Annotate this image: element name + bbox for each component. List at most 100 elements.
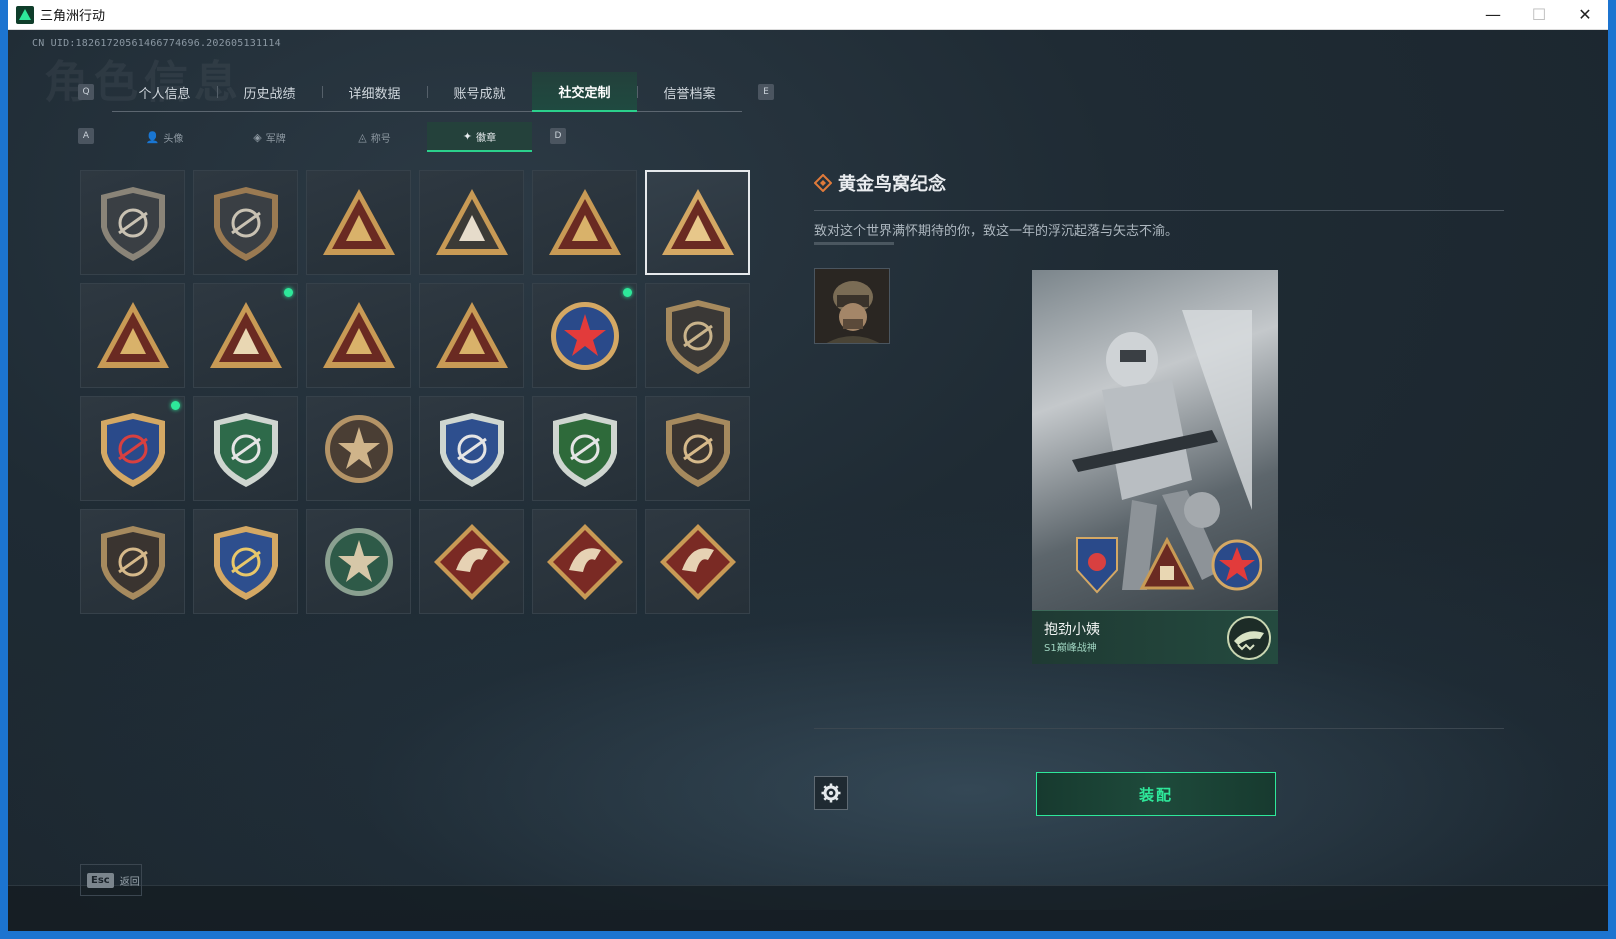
shield-badge-icon	[100, 525, 165, 600]
badge-slot[interactable]	[80, 283, 185, 388]
subtab-1[interactable]: ◈ 军牌	[217, 122, 322, 152]
badge-slot[interactable]	[193, 509, 298, 614]
person-icon: 👤	[145, 130, 160, 144]
player-card-preview: 抱劲小姨 S1巅峰战神	[1032, 270, 1278, 664]
tab-2[interactable]: 详细数据	[322, 72, 427, 112]
game-screen: 角色信息 CN UID:18261720561466774696.2026051…	[8, 30, 1608, 931]
round-badge-icon	[324, 414, 393, 483]
badge-slot[interactable]	[532, 396, 637, 501]
desktop-background-bottom	[0, 931, 1616, 939]
tab-1[interactable]: 历史战绩	[217, 72, 322, 112]
subtab-label: 头像	[163, 133, 184, 145]
tab-0[interactable]: 个人信息	[112, 72, 217, 112]
new-indicator-dot	[284, 288, 293, 297]
main-tabs: 个人信息 历史战绩 详细数据 账号成就 社交定制 信誉档案	[112, 72, 742, 112]
triangle-badge-icon	[322, 301, 395, 368]
bottom-bar	[8, 885, 1608, 931]
triangle-badge-icon	[548, 188, 621, 255]
equipped-badges-icon	[1076, 536, 1262, 594]
triangle-badge-icon	[322, 188, 395, 255]
shield-badge-icon	[439, 412, 504, 487]
badge-icon: ✦	[462, 129, 473, 143]
triangle-badge-icon	[435, 188, 508, 255]
badge-slot[interactable]	[419, 283, 524, 388]
equip-button[interactable]: 装配	[1036, 772, 1276, 816]
window-title: 三角洲行动	[40, 9, 106, 24]
badge-slot[interactable]	[306, 509, 411, 614]
next-subtab-key-hint[interactable]: D	[550, 128, 566, 144]
prev-subtab-key-hint[interactable]: A	[78, 128, 94, 144]
diamond-badge-icon	[546, 523, 623, 600]
maximize-button[interactable]: ☐	[1516, 0, 1562, 30]
shield-badge-icon	[213, 186, 278, 261]
badge-slot[interactable]	[80, 170, 185, 275]
desktop-background-right	[1608, 0, 1616, 939]
player-rank: S1巅峰战神	[1044, 643, 1097, 654]
next-tab-key-hint[interactable]: E	[758, 84, 774, 100]
badge-slot[interactable]	[80, 396, 185, 501]
badge-slot[interactable]	[419, 509, 524, 614]
round-badge-icon	[550, 301, 619, 370]
badge-slot[interactable]	[532, 283, 637, 388]
close-button[interactable]: ✕	[1562, 0, 1608, 30]
subtab-2[interactable]: ◬ 称号	[322, 122, 427, 152]
tag-icon: ◈	[253, 130, 262, 144]
player-avatar	[814, 268, 890, 344]
esc-key-label: Esc	[87, 872, 114, 888]
shield-badge-icon	[213, 412, 278, 487]
shield-badge-icon	[100, 186, 165, 261]
desktop-background-left	[0, 0, 8, 939]
subtab-label: 徽章	[476, 132, 497, 144]
tab-4[interactable]: 社交定制	[532, 72, 637, 112]
tab-5[interactable]: 信誉档案	[637, 72, 742, 112]
minimize-button[interactable]: —	[1470, 0, 1516, 30]
triangle-badge-icon	[435, 301, 508, 368]
triangle-badge-icon	[209, 301, 282, 368]
back-button[interactable]: Esc 返回	[80, 864, 142, 896]
badge-slot[interactable]	[193, 283, 298, 388]
card-footer: 抱劲小姨 S1巅峰战神	[1032, 610, 1278, 664]
badge-slot[interactable]	[419, 170, 524, 275]
title-bar: 三角洲行动 — ☐ ✕	[8, 0, 1608, 30]
soldier-avatar-icon	[815, 269, 889, 343]
badge-slot[interactable]	[306, 396, 411, 501]
prev-tab-key-hint[interactable]: Q	[78, 84, 94, 100]
back-label: 返回	[119, 876, 140, 888]
shield-badge-icon	[100, 412, 165, 487]
badge-slot[interactable]	[419, 396, 524, 501]
badge-slot[interactable]	[645, 170, 750, 275]
gear-icon	[821, 783, 841, 803]
sub-tabs: 👤 头像 ◈ 军牌 ◬ 称号 ✦ 徽章	[112, 122, 532, 152]
badge-slot[interactable]	[532, 509, 637, 614]
badge-slot[interactable]	[80, 509, 185, 614]
diamond-badge-icon	[433, 523, 510, 600]
app-logo-icon	[16, 5, 34, 24]
badge-slot[interactable]	[532, 170, 637, 275]
diamond-marker-icon	[814, 174, 832, 192]
subtab-3[interactable]: ✦ 徽章	[427, 122, 532, 152]
shield-badge-icon	[665, 412, 730, 487]
badge-slot[interactable]	[645, 283, 750, 388]
shield-badge-icon	[213, 525, 278, 600]
player-name: 抱劲小姨	[1044, 622, 1100, 638]
badge-description: 致对这个世界满怀期待的你，致这一年的浮沉起落与矢志不渝。	[814, 224, 1179, 239]
new-indicator-dot	[623, 288, 632, 297]
badge-slot[interactable]	[645, 509, 750, 614]
badge-grid	[80, 170, 752, 614]
settings-button[interactable]	[814, 776, 848, 810]
tab-3[interactable]: 账号成就	[427, 72, 532, 112]
description-underline	[814, 242, 894, 245]
round-badge-icon	[324, 527, 393, 596]
badge-name: 黄金鸟窝纪念	[838, 174, 946, 195]
subtab-0[interactable]: 👤 头像	[112, 122, 217, 152]
badge-slot[interactable]	[306, 283, 411, 388]
shield-badge-icon	[665, 299, 730, 374]
game-window: 三角洲行动 — ☐ ✕ 角色信息 CN UID:1826172056146677…	[8, 0, 1608, 931]
detail-divider	[814, 210, 1504, 211]
badge-slot[interactable]	[645, 396, 750, 501]
badge-slot[interactable]	[193, 396, 298, 501]
subtab-label: 军牌	[265, 133, 286, 145]
new-indicator-dot	[171, 401, 180, 410]
badge-slot[interactable]	[306, 170, 411, 275]
badge-slot[interactable]	[193, 170, 298, 275]
